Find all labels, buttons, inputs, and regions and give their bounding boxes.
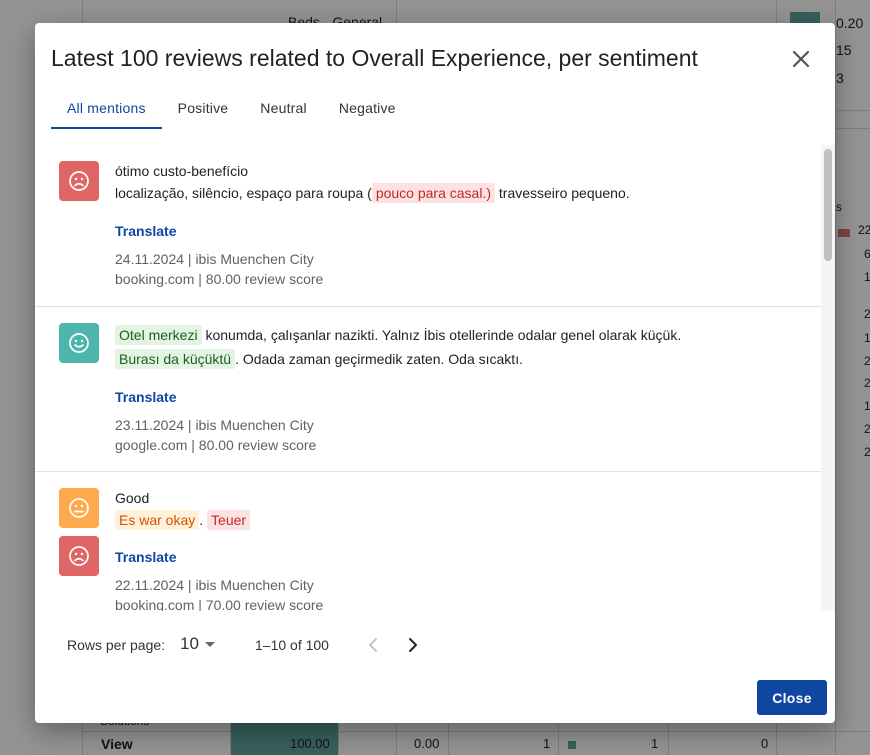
review-text-segment: . Odada zaman geçirmedik zaten. Oda sıca…: [235, 351, 523, 367]
positive-sentiment-icon: [59, 323, 99, 363]
review-line: Good: [115, 490, 150, 506]
scrollbar-thumb[interactable]: [824, 149, 832, 261]
translate-link[interactable]: Translate: [115, 389, 176, 405]
negative-sentiment-icon: [59, 161, 99, 201]
review-date-hotel: 23.11.2024 | ibis Muenchen City: [115, 417, 314, 433]
tab-all-mentions[interactable]: All mentions: [51, 95, 162, 129]
review-list: ótimo custo-benefício localização, silên…: [35, 145, 821, 611]
review-text: Otel merkezi konumda, çalışanlar nazikti…: [115, 323, 805, 371]
review-text: ótimo custo-benefício localização, silên…: [115, 160, 805, 204]
review-actions: Translate: [115, 220, 805, 242]
review-meta: 22.11.2024 | ibis Muenchen City booking.…: [115, 575, 805, 611]
review-line: ótimo custo-benefício: [115, 163, 249, 179]
review-date-hotel: 22.11.2024 | ibis Muenchen City: [115, 577, 314, 593]
tab-neutral[interactable]: Neutral: [244, 95, 323, 129]
chevron-right-icon[interactable]: [401, 633, 425, 657]
positive-highlight: Burası da küçüktü: [115, 349, 236, 369]
reviews-dialog: Latest 100 reviews related to Overall Ex…: [35, 23, 835, 723]
translate-link[interactable]: Translate: [115, 549, 176, 565]
pagination: Rows per page: 10 1–10 of 100: [35, 631, 835, 659]
review-text: Good Es war okay. Teuer: [115, 487, 805, 531]
rows-per-page-label: Rows per page:: [67, 637, 166, 653]
sentiment-tabs: All mentions Positive Neutral Negative: [51, 95, 412, 129]
negative-sentiment-icon: [59, 536, 99, 576]
review-item: ótimo custo-benefício localização, silên…: [35, 145, 821, 307]
review-text-segment: travesseiro pequeno.: [495, 185, 630, 201]
review-text-segment: konumda, çalışanlar nazikti. Yalnız İbis…: [201, 327, 682, 343]
review-text-segment: localização, silêncio, espaço para roupa…: [115, 185, 372, 201]
review-meta: 24.11.2024 | ibis Muenchen City booking.…: [115, 249, 805, 289]
review-item: Otel merkezi konumda, çalışanlar nazikti…: [35, 307, 821, 472]
review-line: Burası da küçüktü. Odada zaman geçirmedi…: [115, 347, 805, 371]
neutral-sentiment-icon: [59, 488, 99, 528]
translate-link[interactable]: Translate: [115, 223, 176, 239]
review-line: Otel merkezi konumda, çalışanlar nazikti…: [115, 323, 805, 347]
close-icon[interactable]: [789, 47, 813, 71]
review-scrollbar[interactable]: [821, 145, 835, 611]
positive-highlight: Otel merkezi: [115, 325, 202, 345]
tab-negative[interactable]: Negative: [323, 95, 412, 129]
review-item: Good Es war okay. Teuer Translate 22.11.…: [35, 472, 821, 611]
rows-per-page-select[interactable]: 10: [180, 634, 199, 654]
review-line: localização, silêncio, espaço para roupa…: [115, 182, 805, 204]
dialog-title: Latest 100 reviews related to Overall Ex…: [51, 45, 698, 71]
review-meta: 23.11.2024 | ibis Muenchen City google.c…: [115, 415, 805, 455]
review-source-score: booking.com | 70.00 review score: [115, 597, 324, 611]
review-text-segment: .: [199, 512, 204, 528]
close-button[interactable]: Close: [757, 680, 827, 715]
neutral-highlight: Es war okay: [115, 510, 200, 530]
tab-positive[interactable]: Positive: [162, 95, 245, 129]
review-line: Es war okay. Teuer: [115, 509, 805, 531]
review-actions: Translate: [115, 546, 805, 568]
review-source-score: booking.com | 80.00 review score: [115, 271, 324, 287]
negative-highlight: Teuer: [207, 510, 251, 530]
review-actions: Translate: [115, 386, 805, 408]
review-date-hotel: 24.11.2024 | ibis Muenchen City: [115, 251, 314, 267]
negative-highlight: pouco para casal.): [371, 183, 495, 203]
chevron-left-icon[interactable]: [361, 633, 385, 657]
caret-down-icon[interactable]: [203, 637, 217, 651]
pagination-range: 1–10 of 100: [255, 637, 329, 653]
review-source-score: google.com | 80.00 review score: [115, 437, 317, 453]
